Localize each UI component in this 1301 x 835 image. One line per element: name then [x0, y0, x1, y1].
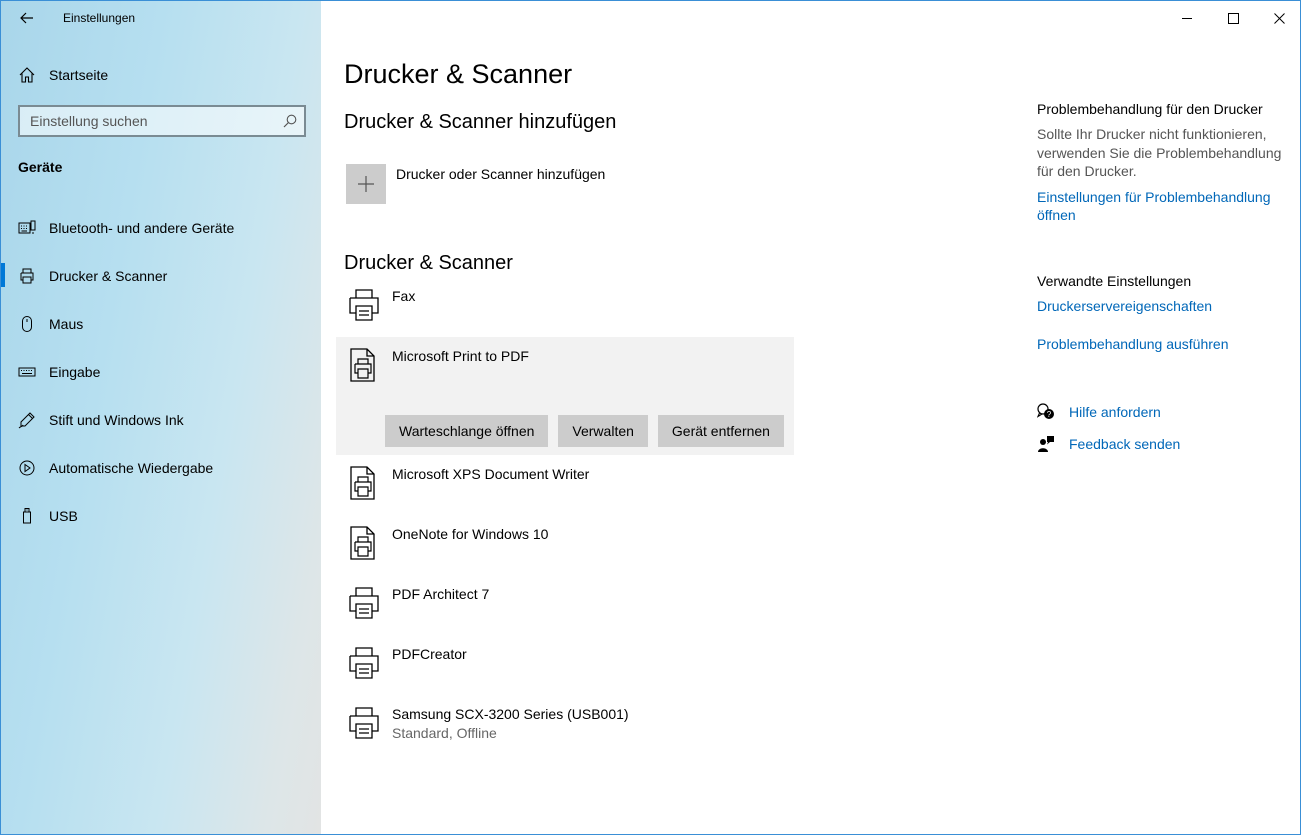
sidebar-item-label: Drucker & Scanner — [49, 268, 168, 284]
printer-icon — [349, 707, 379, 739]
related-panel: Problembehandlung für den Drucker Sollte… — [1037, 101, 1287, 464]
help-chat-icon: ? — [1037, 402, 1054, 419]
troubleshoot-settings-link[interactable]: Einstellungen für Problembehandlung öffn… — [1037, 188, 1287, 225]
get-help-label: Hilfe anfordern — [1069, 403, 1161, 420]
printer-icon — [20, 268, 34, 284]
home-nav-item[interactable]: Startseite — [1, 59, 321, 91]
sidebar-item-label: Stift und Windows Ink — [49, 412, 184, 428]
minimize-button[interactable] — [1164, 1, 1210, 35]
open-queue-button[interactable]: Warteschlange öffnen — [385, 415, 549, 447]
sidebar-item-label: Maus — [49, 316, 84, 332]
printer-item-pdf-architect[interactable]: PDF Architect 7 — [336, 575, 794, 635]
printer-item-samsung[interactable]: Samsung SCX-3200 Series (USB001) Standar… — [336, 695, 794, 755]
printer-icon — [349, 647, 379, 679]
sidebar-item-label: Bluetooth- und andere Geräte — [49, 220, 235, 236]
usb-icon — [23, 508, 31, 524]
nav-list: Bluetooth- und andere Geräte Drucker & S… — [1, 211, 321, 547]
sidebar-item-label: USB — [49, 508, 78, 524]
search-icon[interactable] — [282, 113, 298, 129]
get-help-link[interactable]: ? Hilfe anfordern — [1037, 400, 1287, 432]
add-tile — [346, 164, 386, 204]
mouse-icon — [22, 316, 32, 332]
window-controls — [1164, 1, 1300, 35]
autoplay-icon — [19, 460, 35, 476]
sidebar-item-usb[interactable]: USB — [1, 499, 321, 547]
feedback-person-icon — [1038, 435, 1054, 452]
printer-item-xps[interactable]: Microsoft XPS Document Writer — [336, 455, 794, 515]
remove-device-button[interactable]: Gerät entfernen — [657, 415, 784, 447]
printer-item-fax[interactable]: Fax — [336, 277, 794, 337]
printer-name: Fax — [392, 288, 416, 304]
printer-list: Fax Microsoft Print to PDF Warteschlange… — [336, 277, 794, 755]
settings-search[interactable] — [18, 105, 306, 137]
sidebar-item-bluetooth[interactable]: Bluetooth- und andere Geräte — [1, 211, 321, 259]
section-title: Geräte — [18, 159, 63, 175]
printer-item-pdfcreator[interactable]: PDFCreator — [336, 635, 794, 695]
back-button[interactable] — [13, 5, 41, 31]
title-bar: Einstellungen — [1, 1, 321, 37]
sidebar-item-mouse[interactable]: Maus — [1, 307, 321, 355]
maximize-icon — [1227, 12, 1239, 24]
main-content: Drucker & Scanner Drucker & Scanner hinz… — [321, 1, 1300, 834]
active-indicator — [1, 263, 5, 287]
sidebar-item-input[interactable]: Eingabe — [1, 355, 321, 403]
printer-name: PDFCreator — [392, 646, 467, 662]
search-input[interactable] — [20, 107, 270, 135]
send-feedback-label: Feedback senden — [1069, 435, 1181, 452]
printer-icon — [349, 289, 379, 321]
troubleshoot-title: Problembehandlung für den Drucker — [1037, 101, 1263, 117]
sidebar-item-pen[interactable]: Stift und Windows Ink — [1, 403, 321, 451]
help-section: ? Hilfe anfordern Feedback senden — [1037, 400, 1287, 464]
printer-item-print-to-pdf[interactable]: Microsoft Print to PDF Warteschlange öff… — [336, 337, 794, 455]
send-feedback-link[interactable]: Feedback senden — [1037, 432, 1287, 464]
page-title: Drucker & Scanner — [344, 59, 573, 89]
add-section-title: Drucker & Scanner hinzufügen — [344, 111, 617, 133]
sidebar-item-printers[interactable]: Drucker & Scanner — [1, 259, 321, 307]
manage-button[interactable]: Verwalten — [558, 415, 648, 447]
print-server-properties-link[interactable]: Druckerservereigenschaften — [1037, 297, 1287, 316]
printer-status: Standard, Offline — [392, 725, 497, 741]
printer-name: Microsoft Print to PDF — [392, 348, 529, 364]
sidebar: Einstellungen Startseite Geräte — [1, 1, 321, 834]
printer-name: Microsoft XPS Document Writer — [392, 466, 590, 482]
close-icon — [1273, 12, 1285, 24]
printer-name: PDF Architect 7 — [392, 586, 490, 602]
run-troubleshooter-link[interactable]: Problembehandlung ausführen — [1037, 335, 1287, 354]
printer-name: OneNote for Windows 10 — [392, 526, 549, 542]
back-arrow-icon — [20, 12, 33, 24]
printer-icon — [349, 587, 379, 619]
plus-icon — [358, 176, 374, 192]
printer-name: Samsung SCX-3200 Series (USB001) — [392, 706, 629, 722]
minimize-icon — [1182, 18, 1192, 19]
printer-actions: Warteschlange öffnen Verwalten Gerät ent… — [385, 415, 784, 447]
add-printer-button[interactable]: Drucker oder Scanner hinzufügen — [346, 164, 646, 204]
app-title: Einstellungen — [63, 11, 136, 25]
troubleshoot-text: Sollte Ihr Drucker nicht funktionieren, … — [1037, 126, 1282, 179]
settings-window: Einstellungen Startseite Geräte — [0, 0, 1301, 835]
sidebar-item-autoplay[interactable]: Automatische Wiedergabe — [1, 451, 321, 499]
sidebar-item-label: Eingabe — [49, 364, 101, 380]
keyboard-icon — [18, 367, 36, 377]
printer-item-onenote[interactable]: OneNote for Windows 10 — [336, 515, 794, 575]
sidebar-item-label: Automatische Wiedergabe — [49, 460, 214, 476]
svg-text:?: ? — [1047, 410, 1052, 419]
home-label: Startseite — [49, 67, 109, 83]
home-icon — [19, 67, 35, 83]
list-section-title: Drucker & Scanner — [344, 252, 513, 274]
maximize-button[interactable] — [1210, 1, 1256, 35]
document-printer-icon — [350, 466, 375, 500]
pen-icon — [18, 412, 35, 429]
keyboard-bluetooth-icon — [18, 220, 36, 234]
document-printer-icon — [350, 526, 375, 560]
related-settings-title: Verwandte Einstellungen — [1037, 272, 1192, 289]
add-printer-label: Drucker oder Scanner hinzufügen — [396, 166, 606, 182]
close-button[interactable] — [1256, 1, 1300, 35]
document-printer-icon — [350, 348, 375, 382]
